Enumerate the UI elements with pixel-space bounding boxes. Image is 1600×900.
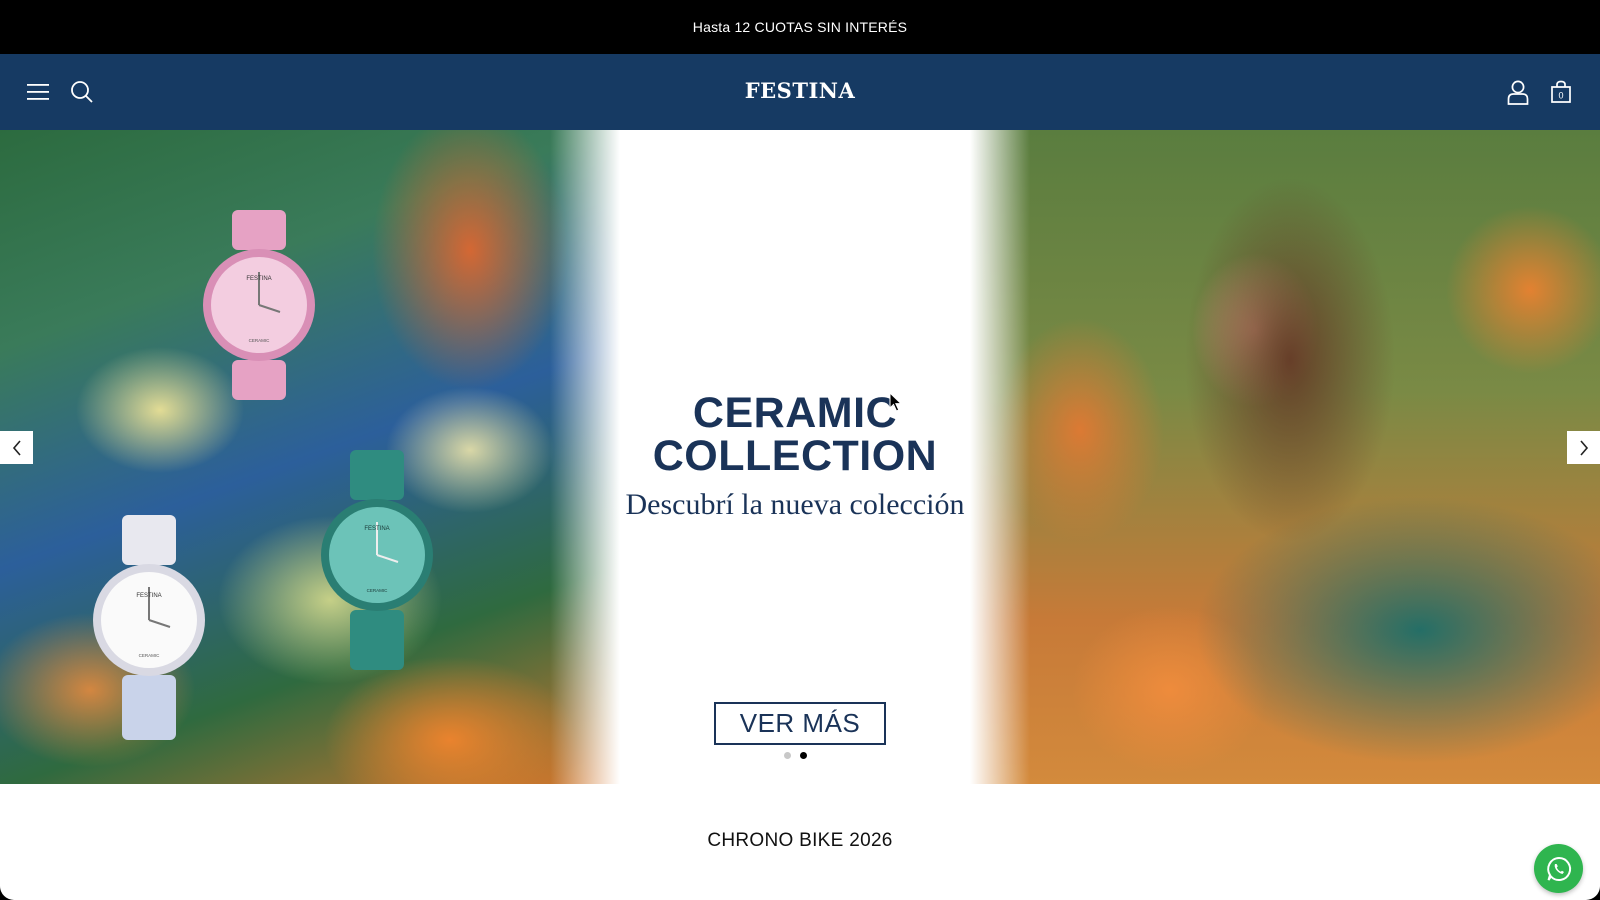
carousel-dot-2[interactable] <box>799 752 807 759</box>
hero-subtitle: Descubrí la nueva colección <box>625 488 965 521</box>
hero-title-line-1: CERAMIC <box>692 389 898 437</box>
cart-count: 0 <box>1558 91 1563 101</box>
festina-logo[interactable]: FESTINA <box>0 78 1600 103</box>
mouse-cursor-icon <box>889 392 903 412</box>
svg-text:FESTINA: FESTINA <box>364 526 389 532</box>
announcement-text: Hasta 12 CUOTAS SIN INTERÉS <box>692 19 908 35</box>
page-frame: Hasta 12 CUOTAS SIN INTERÉS FESTINA 0 FE… <box>0 0 1600 900</box>
svg-text:FESTINA: FESTINA <box>136 593 161 599</box>
svg-text:CERAMIC: CERAMIC <box>139 653 161 658</box>
carousel-next-button[interactable] <box>1567 431 1600 464</box>
white-watch-image: FESTINA CERAMIC <box>93 515 205 740</box>
hero-image-model <box>970 130 1600 784</box>
pink-watch-image: FESTINA CERAMIC <box>203 210 315 400</box>
announcement-bar: Hasta 12 CUOTAS SIN INTERÉS <box>0 0 1600 54</box>
account-button[interactable] <box>1498 72 1538 112</box>
site-header: FESTINA 0 <box>0 54 1600 130</box>
account-icon <box>1507 80 1529 105</box>
chevron-left-icon <box>12 439 21 456</box>
svg-text:CERAMIC: CERAMIC <box>367 588 389 593</box>
carousel-dot-1[interactable] <box>783 752 791 759</box>
cart-icon: 0 <box>1551 80 1571 103</box>
chevron-right-icon <box>1579 439 1588 456</box>
cart-button[interactable]: 0 <box>1541 72 1581 112</box>
hero-image-watches: FESTINA CERAMIC FESTINA CERAMIC FESTINA … <box>0 130 620 784</box>
hero-carousel: FESTINA CERAMIC FESTINA CERAMIC FESTINA … <box>0 130 1600 784</box>
teal-watch-image: FESTINA CERAMIC <box>321 450 433 670</box>
hero-title: CERAMIC COLLECTION <box>580 392 1010 478</box>
carousel-dots <box>620 752 970 759</box>
hero-title-line-2: COLLECTION <box>652 432 938 480</box>
hero-copy: CERAMIC COLLECTION Descubrí la nueva col… <box>620 130 970 784</box>
svg-text:CERAMIC: CERAMIC <box>249 338 271 343</box>
ver-mas-button[interactable]: VER MÁS <box>714 702 886 745</box>
section-title: CHRONO BIKE 2026 <box>707 830 893 851</box>
whatsapp-icon <box>1546 856 1571 881</box>
svg-text:FESTINA: FESTINA <box>246 276 271 282</box>
whatsapp-button[interactable] <box>1534 844 1583 893</box>
carousel-prev-button[interactable] <box>0 431 33 464</box>
